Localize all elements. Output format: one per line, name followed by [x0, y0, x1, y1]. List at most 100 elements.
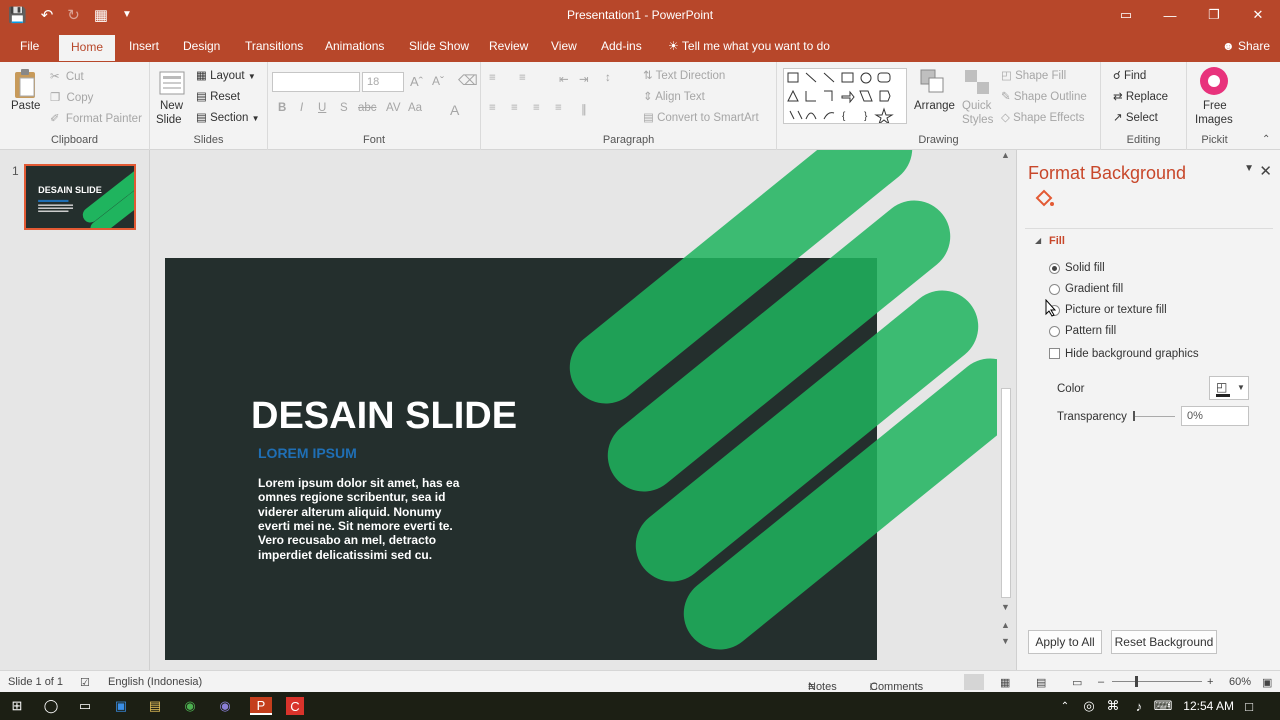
zoom-slider[interactable] — [1112, 681, 1202, 682]
solid-fill-label[interactable]: Solid fill — [1065, 262, 1105, 274]
section-button[interactable]: ▤ Section ▼ — [196, 110, 260, 124]
change-case-icon[interactable]: Aa — [408, 102, 422, 114]
align-text-button[interactable]: ⇕ Align Text — [643, 89, 705, 103]
language-indicator[interactable]: English (Indonesia) — [108, 676, 202, 688]
collapse-triangle-icon[interactable]: ◢ — [1035, 236, 1041, 245]
fill-bucket-icon[interactable] — [1033, 188, 1055, 210]
new-slide-icon[interactable] — [158, 68, 186, 98]
scroll-up-icon[interactable]: ▲ — [1001, 150, 1010, 160]
pickit-logo-icon[interactable] — [1199, 66, 1229, 96]
numbering-icon[interactable]: ≡ — [519, 72, 526, 84]
quick-styles-label-1[interactable]: Quick — [962, 100, 991, 112]
tab-view[interactable]: View — [551, 39, 577, 53]
copy-button[interactable]: ❐ Copy — [50, 90, 93, 104]
camtasia-icon[interactable]: C — [286, 697, 304, 715]
share-button[interactable]: ☻ Share — [1222, 39, 1270, 53]
slide-title[interactable]: DESAIN SLIDE — [251, 395, 517, 437]
tab-insert[interactable]: Insert — [129, 39, 159, 53]
collapse-ribbon-icon[interactable]: ⌃ — [1262, 134, 1270, 145]
transparency-slider[interactable] — [1133, 416, 1175, 417]
underline-icon[interactable]: U — [318, 102, 326, 114]
align-right-icon[interactable]: ≡ — [533, 102, 540, 114]
decrease-indent-icon[interactable]: ⇤ — [559, 72, 569, 86]
transparency-slider-thumb[interactable] — [1133, 411, 1135, 421]
slideshow-icon[interactable]: ▭ — [1072, 676, 1082, 689]
previous-slide-icon[interactable]: ▲ — [1001, 620, 1010, 630]
slide-thumbnail[interactable]: DESAIN SLIDE — [24, 164, 136, 230]
fit-slide-icon[interactable]: ▣ — [1262, 676, 1272, 689]
quick-styles-icon[interactable] — [963, 68, 991, 98]
file-explorer-icon[interactable]: ▤ — [146, 697, 164, 715]
format-painter-button[interactable]: ✐ Format Painter — [50, 111, 142, 125]
hide-bg-checkbox[interactable] — [1049, 348, 1060, 359]
windows-start-icon[interactable]: ⊞ — [8, 697, 26, 715]
task-view-icon[interactable]: ▭ — [76, 697, 94, 715]
search-icon[interactable]: ◯ — [42, 697, 60, 715]
fill-section-label[interactable]: Fill — [1049, 235, 1065, 247]
restore-icon[interactable]: ❐ — [1192, 0, 1236, 30]
zoom-slider-thumb[interactable] — [1135, 676, 1138, 687]
zoom-level[interactable]: 60% — [1229, 676, 1251, 688]
decrease-font-icon[interactable]: Aˇ — [432, 74, 444, 88]
reset-button[interactable]: ▤ Reset — [196, 89, 240, 103]
tab-add-ins[interactable]: Add-ins — [601, 39, 642, 53]
free-images-label-1[interactable]: Free — [1203, 100, 1227, 112]
justify-icon[interactable]: ≡ — [555, 102, 562, 114]
reset-background-button[interactable]: Reset Background — [1111, 630, 1217, 654]
paste-icon[interactable] — [12, 68, 40, 102]
browser-icon[interactable]: ◉ — [216, 697, 234, 715]
pattern-fill-radio[interactable] — [1049, 326, 1060, 337]
wifi-icon[interactable]: ⌘ — [1104, 697, 1122, 715]
picture-fill-label[interactable]: Picture or texture fill — [1065, 304, 1167, 316]
shapes-gallery[interactable]: { } — [783, 68, 907, 124]
vertical-scrollbar[interactable]: ▲ ▼ ▲ ▼ — [998, 150, 1014, 660]
gradient-fill-label[interactable]: Gradient fill — [1065, 283, 1123, 295]
zoom-in-icon[interactable]: + — [1207, 676, 1213, 688]
font-size-field[interactable]: 18 — [362, 72, 404, 92]
keyboard-icon[interactable]: ⌨ — [1154, 697, 1173, 715]
convert-smartart-button[interactable]: ▤ Convert to SmartArt — [643, 110, 759, 124]
ribbon-display-options-icon[interactable]: ▭ — [1104, 0, 1148, 30]
font-color-icon[interactable]: A — [450, 102, 459, 118]
tray-expand-icon[interactable]: ⌃ — [1056, 697, 1074, 715]
transparency-input[interactable]: 0% — [1181, 406, 1249, 426]
close-icon[interactable]: ✕ — [1236, 0, 1280, 30]
shape-outline-button[interactable]: ✎ Shape Outline — [1001, 89, 1087, 103]
select-button[interactable]: ↗ Select — [1113, 110, 1158, 124]
line-spacing-icon[interactable]: ↕ — [605, 72, 611, 84]
pattern-fill-label[interactable]: Pattern fill — [1065, 325, 1116, 337]
taskbar-clock[interactable]: 12:54 AM — [1183, 699, 1234, 713]
store-icon[interactable]: ▣ — [112, 697, 130, 715]
close-icon[interactable]: ✕ — [1259, 162, 1272, 180]
tray-app-icon[interactable]: ◎ — [1080, 697, 1098, 715]
tab-file[interactable]: File — [20, 39, 39, 53]
clear-formatting-icon[interactable]: ⌫ — [458, 72, 478, 89]
cut-button[interactable]: ✂ Cut — [50, 69, 84, 83]
solid-fill-radio[interactable] — [1049, 263, 1060, 274]
tell-me-box[interactable]: ☀ Tell me what you want to do — [668, 39, 830, 53]
minimize-icon[interactable]: — — [1148, 0, 1192, 30]
color-picker-button[interactable]: ◰ ▼ — [1209, 376, 1249, 400]
columns-icon[interactable]: ∥ — [581, 102, 587, 116]
slide-subtitle[interactable]: LOREM IPSUM — [258, 445, 357, 461]
scroll-down-icon[interactable]: ▼ — [1001, 602, 1010, 612]
font-name-field[interactable] — [272, 72, 360, 92]
bullets-icon[interactable]: ≡ — [489, 72, 496, 84]
gradient-fill-radio[interactable] — [1049, 284, 1060, 295]
new-slide-label-2[interactable]: Slide — [156, 114, 182, 126]
text-direction-button[interactable]: ⇅ Text Direction — [643, 68, 725, 82]
italic-icon[interactable]: I — [300, 102, 303, 114]
tab-slide-show[interactable]: Slide Show — [409, 39, 469, 53]
tab-design[interactable]: Design — [183, 39, 220, 53]
tab-animations[interactable]: Animations — [325, 39, 384, 53]
tab-transitions[interactable]: Transitions — [245, 39, 303, 53]
increase-font-icon[interactable]: Aˆ — [410, 74, 423, 89]
chevron-down-icon[interactable]: ▼ — [1244, 163, 1254, 174]
bold-icon[interactable]: B — [278, 102, 286, 114]
scroll-thumb[interactable] — [1001, 388, 1011, 598]
arrange-label[interactable]: Arrange — [914, 100, 955, 112]
paste-button[interactable]: Paste — [11, 100, 40, 112]
normal-view-icon[interactable] — [964, 674, 984, 690]
tab-review[interactable]: Review — [489, 39, 528, 53]
character-spacing-icon[interactable]: AV — [386, 102, 401, 114]
